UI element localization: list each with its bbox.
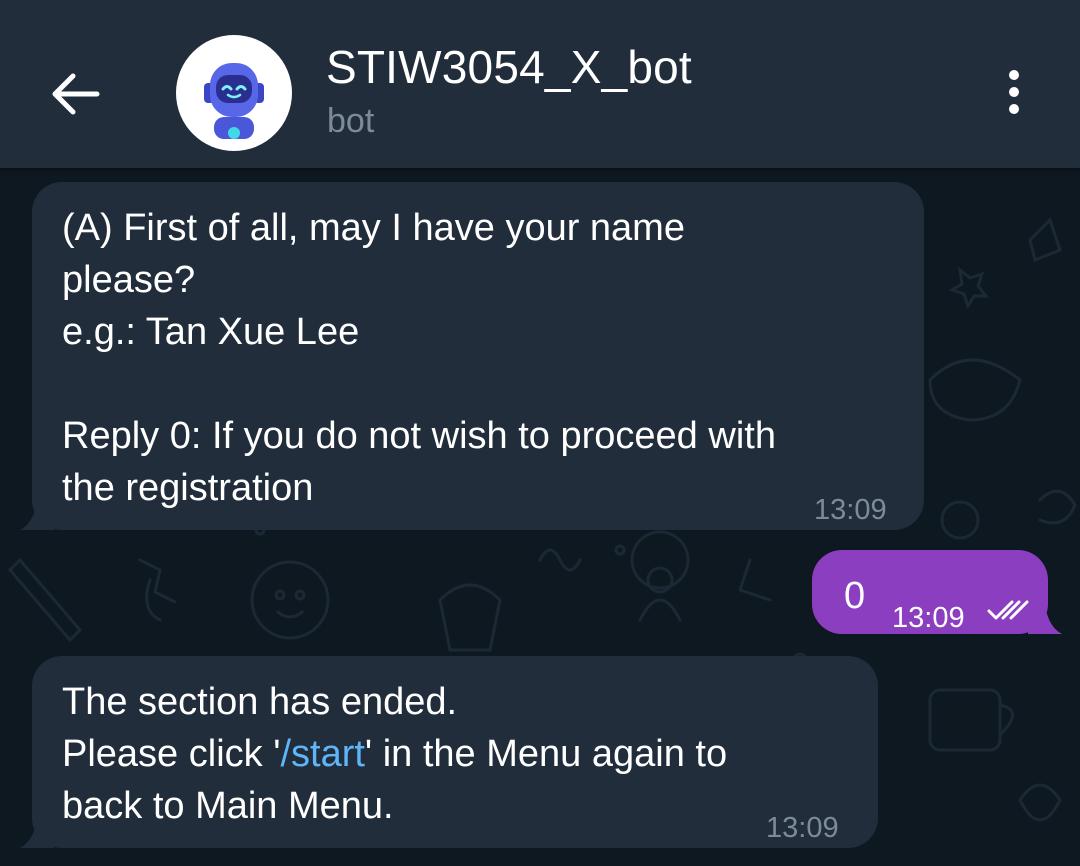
back-button[interactable] (40, 58, 112, 130)
message-time: 13:09 (766, 812, 839, 844)
bot-avatar[interactable] (176, 35, 292, 151)
arrow-left-icon (52, 73, 100, 115)
message-text: (A) First of all, may I have your name p… (62, 207, 776, 509)
more-options-button[interactable] (992, 62, 1036, 122)
double-check-icon (987, 600, 1029, 620)
robot-avatar-icon (178, 37, 290, 149)
chat-subtitle: bot (327, 102, 375, 140)
incoming-message[interactable]: The section has ended. Please click '/st… (32, 656, 878, 848)
chat-header: STIW3054_X_bot bot (0, 0, 1080, 168)
more-vertical-icon-dot (1009, 87, 1019, 97)
message-text: 0 (844, 575, 866, 617)
more-vertical-icon-dot (1009, 104, 1019, 114)
outgoing-message[interactable]: 0 13:09 (812, 550, 1048, 634)
message-time: 13:09 (892, 602, 965, 634)
message-text: The section has ended. Please click '/st… (62, 676, 848, 832)
start-command-link[interactable]: /start (280, 733, 364, 775)
more-vertical-icon (1009, 70, 1019, 80)
message-time: 13:09 (814, 494, 887, 526)
incoming-message[interactable]: (A) First of all, may I have your name p… (32, 182, 924, 530)
chat-title[interactable]: STIW3054_X_bot (326, 40, 692, 94)
